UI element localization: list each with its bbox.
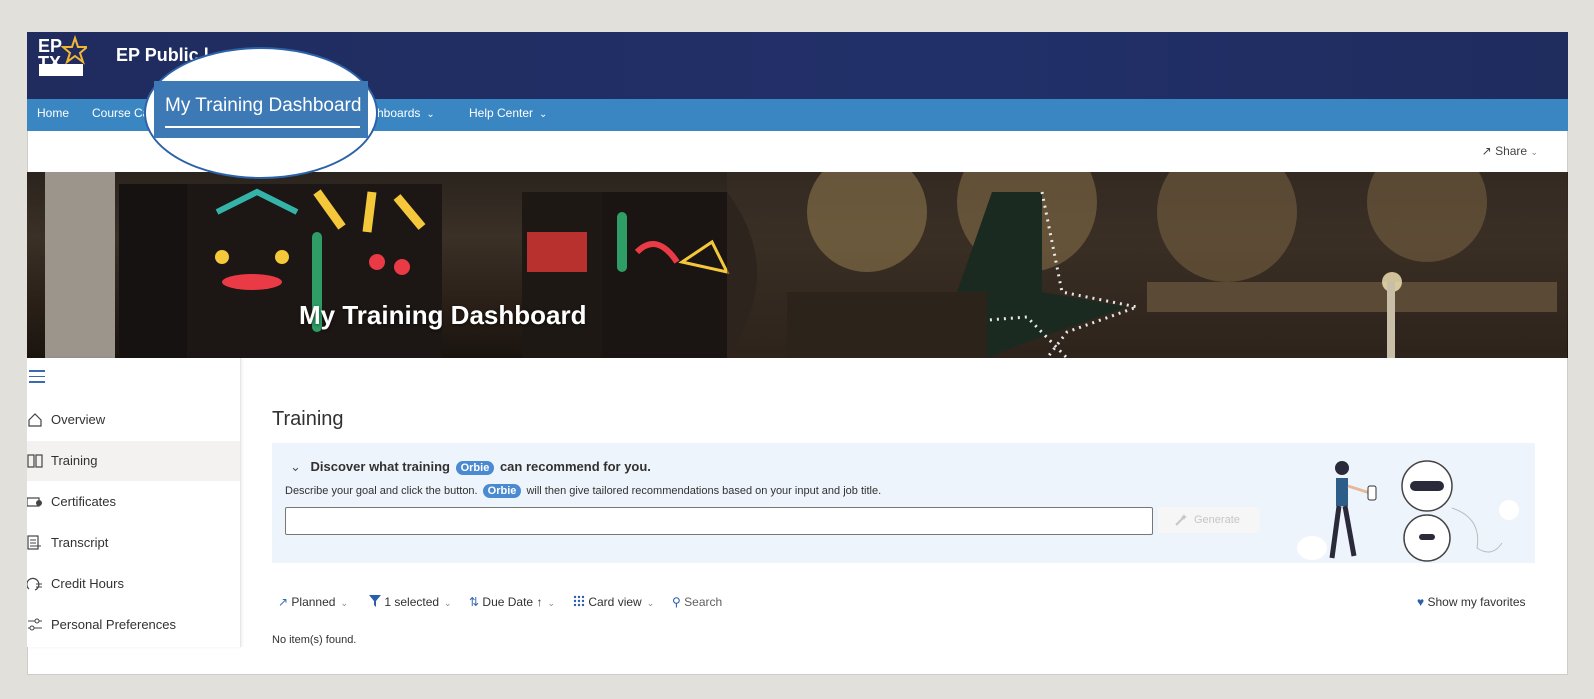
- nav-home-label: Home: [37, 106, 70, 120]
- city-logo[interactable]: EP TX CITY OF EL PASO: [35, 34, 87, 84]
- credit-hours-icon: [27, 577, 42, 591]
- certificate-icon: [27, 497, 42, 507]
- hero-banner: My Training Dashboard: [27, 172, 1568, 358]
- nav-help-center[interactable]: Help Center ⌄: [469, 106, 547, 120]
- sort-direction: ↑: [536, 595, 543, 609]
- frame-edge: [1568, 6, 1594, 693]
- magic-wand-icon: [1175, 514, 1187, 526]
- chevron-down-icon: ⌄: [444, 598, 452, 608]
- view-label: Card view: [588, 595, 642, 609]
- status-filter[interactable]: 1 selected ⌄: [369, 595, 452, 609]
- hero-title: My Training Dashboard: [299, 300, 587, 330]
- sidebar-item-certificates[interactable]: Certificates: [27, 482, 240, 522]
- callout-label: My Training Dashboard: [165, 95, 362, 116]
- hero-image: [45, 172, 1567, 358]
- browser-frame: EP TX CITY OF EL PASO EP Public l Home C…: [27, 32, 1568, 675]
- active-underline: [165, 126, 360, 128]
- generate-label: Generate: [1194, 514, 1240, 526]
- view-dropdown[interactable]: Card view ⌄: [573, 595, 654, 609]
- chevron-down-icon: ⌄: [646, 598, 655, 608]
- sidebar-item-personal-preferences[interactable]: Personal Preferences: [27, 605, 240, 645]
- orbie-desc-after: will then give tailored recommendations …: [526, 485, 882, 497]
- sort-label: Due Date: [482, 595, 534, 609]
- planned-filter[interactable]: ↗ Planned ⌄: [278, 595, 348, 609]
- chevron-down-icon: ⌄: [340, 598, 348, 608]
- chevron-down-icon: ⌄: [426, 109, 435, 120]
- favorites-label: Show my favorites: [1427, 595, 1526, 609]
- nav-home[interactable]: Home: [37, 106, 69, 120]
- nav-course-catalog[interactable]: Course Ca: [92, 106, 149, 120]
- sidebar-item-transcript[interactable]: Transcript: [27, 523, 240, 563]
- sidebar-item-label: Certificates: [51, 494, 117, 509]
- orbie-recommendation-panel: ⌄ Discover what training Orbie can recom…: [272, 443, 1535, 563]
- heart-icon: ♥: [1417, 595, 1425, 609]
- sort-dropdown[interactable]: ⇅ Due Date ↑ ⌄: [469, 595, 555, 609]
- planned-label: Planned: [291, 595, 336, 609]
- search-placeholder: Search: [684, 595, 723, 609]
- generate-button[interactable]: Generate: [1158, 507, 1260, 533]
- nav-course-catalog-label: Course Ca: [92, 106, 150, 120]
- logo-caption: CITY OF EL PASO: [42, 76, 76, 81]
- transcript-icon: [27, 535, 41, 550]
- orbie-heading[interactable]: ⌄ Discover what training Orbie can recom…: [290, 459, 651, 475]
- sidebar-item-label: Credit Hours: [51, 576, 124, 591]
- search-box[interactable]: ⚲ Search: [672, 595, 722, 609]
- chevron-down-icon[interactable]: ⌄: [290, 459, 301, 474]
- preferences-icon: [28, 618, 42, 631]
- share-label: Share: [1495, 144, 1528, 158]
- home-icon: [28, 413, 42, 427]
- empty-state-message: No item(s) found.: [272, 634, 357, 646]
- sidebar-item-label: Transcript: [51, 535, 109, 550]
- sidebar-item-label: Training: [51, 453, 98, 468]
- nav-dashboards[interactable]: hboards ⌄: [377, 106, 435, 120]
- sidebar: Overview Training Certificates Transcrip…: [27, 358, 241, 647]
- sidebar-item-label: Personal Preferences: [51, 617, 177, 632]
- sidebar-item-label: Overview: [51, 412, 106, 427]
- page-title: Training: [272, 408, 344, 430]
- filter-label: 1 selected: [384, 595, 440, 609]
- orbie-heading-before: Discover what training: [310, 459, 450, 474]
- share-button[interactable]: ↗ Share ⌄: [1482, 144, 1538, 158]
- sidebar-item-training[interactable]: Training: [27, 441, 240, 481]
- logo-text-bottom: TX: [38, 53, 61, 73]
- show-favorites-toggle[interactable]: ♥ Show my favorites: [1417, 595, 1526, 609]
- chevron-down-icon: ⌄: [1530, 147, 1538, 157]
- share-icon: ↗: [1481, 144, 1492, 158]
- goal-input[interactable]: [285, 507, 1153, 535]
- orbie-badge: Orbie: [482, 484, 522, 498]
- nav-help-center-label: Help Center: [469, 106, 534, 120]
- filter-icon: [369, 595, 381, 607]
- orbie-badge: Orbie: [455, 461, 495, 475]
- orbie-heading-after: can recommend for you.: [499, 459, 651, 474]
- grid-icon: [573, 595, 585, 607]
- book-icon: [27, 454, 43, 468]
- sort-icon: ⇅: [469, 595, 480, 609]
- chevron-down-icon: ⌄: [547, 598, 555, 608]
- orbie-desc-before: Describe your goal and click the button.: [285, 485, 478, 497]
- orbie-description: Describe your goal and click the button.…: [285, 484, 881, 498]
- trend-icon: ↗: [278, 595, 289, 609]
- hamburger-menu-icon[interactable]: [29, 370, 45, 384]
- chevron-down-icon: ⌄: [539, 109, 548, 120]
- search-icon: ⚲: [672, 595, 681, 609]
- nav-dashboards-label: hboards: [377, 106, 421, 120]
- sidebar-item-overview[interactable]: Overview: [27, 400, 240, 440]
- sidebar-item-credit-hours[interactable]: Credit Hours: [27, 564, 240, 604]
- orbie-illustration: [1297, 460, 1519, 562]
